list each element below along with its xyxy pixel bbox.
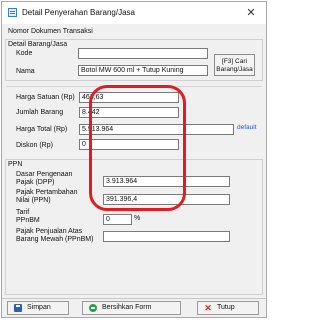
ppnbm-label-line2: Barang Mewah (PPnBM)	[16, 236, 94, 243]
harga-satuan-input[interactable]: 463,63	[79, 92, 179, 103]
default-link[interactable]: default	[237, 124, 257, 131]
ppn-label-line2: Nilai (PPN)	[16, 197, 51, 204]
footer-divider	[2, 298, 266, 299]
ppn-input[interactable]: 391.396,4	[103, 194, 230, 205]
dpp-label: Dasar Pengenaan Pajak (DPP)	[16, 171, 72, 187]
bersihkan-label: Bersihkan Form	[102, 304, 152, 311]
dpp-label-line2: Pajak (DPP)	[16, 179, 55, 186]
jumlah-barang-input[interactable]: 8.442	[79, 107, 179, 118]
kode-input[interactable]	[78, 48, 208, 59]
nama-label: Nama	[16, 68, 35, 75]
ppnbm-label-line1: Pajak Penjualan Atas	[16, 228, 83, 235]
simpan-button[interactable]: Simpan	[7, 301, 69, 315]
tutup-button[interactable]: ✕ Tutup	[197, 301, 259, 315]
separator	[6, 86, 262, 87]
nomor-dokumen-label: Nomor Dokumen Transaksi	[8, 28, 93, 35]
simpan-label: Simpan	[27, 304, 51, 311]
ppn-label: Pajak Pertambahan Nilai (PPN)	[16, 189, 77, 205]
dpp-label-line1: Dasar Pengenaan	[16, 171, 73, 178]
app-icon	[8, 8, 17, 17]
window-title: Detail Penyerahan Barang/Jasa	[22, 8, 135, 17]
percent-unit: %	[134, 215, 141, 222]
diskon-label: Diskon (Rp)	[16, 142, 53, 149]
detail-group-title: Detail Barang/Jasa	[8, 41, 68, 48]
dpp-input[interactable]: 3.913.964	[103, 176, 230, 187]
tarif-label-line2: PPnBM	[16, 217, 40, 224]
tutup-label: Tutup	[217, 304, 235, 311]
harga-total-label: Harga Total (Rp)	[16, 126, 68, 133]
diskon-input[interactable]: 0	[79, 139, 179, 150]
harga-total-input[interactable]: 5.913.964	[79, 124, 234, 135]
kode-label: Kode	[16, 50, 33, 57]
harga-satuan-label: Harga Satuan (Rp)	[16, 94, 75, 101]
jumlah-barang-label: Jumlah Barang	[16, 109, 64, 116]
save-icon	[14, 304, 22, 312]
dialog-window: Detail Penyerahan Barang/Jasa ✕ Nomor Do…	[1, 1, 267, 318]
ppn-group-title: PPN	[8, 161, 23, 168]
clear-icon	[89, 304, 97, 312]
title-bar: Detail Penyerahan Barang/Jasa ✕	[2, 2, 266, 24]
ppnbm-input[interactable]	[103, 231, 230, 242]
cari-barang-button[interactable]: [F3] Cari Barang/Jasa	[214, 54, 255, 76]
ppn-label-line1: Pajak Pertambahan	[16, 189, 78, 196]
tarif-label: Tarif PPnBM	[16, 209, 40, 225]
window-close-button[interactable]: ✕	[244, 6, 258, 20]
tarif-label-line1: Tarif	[16, 209, 30, 216]
close-icon: ✕	[204, 303, 212, 313]
bersihkan-form-button[interactable]: Bersihkan Form	[82, 301, 181, 315]
tarif-ppnbm-input[interactable]: 0	[103, 214, 132, 225]
nama-input[interactable]: Botol MW 600 ml + Tutup Kuning	[78, 65, 208, 76]
ppnbm-label: Pajak Penjualan Atas Barang Mewah (PPnBM…	[16, 228, 93, 244]
